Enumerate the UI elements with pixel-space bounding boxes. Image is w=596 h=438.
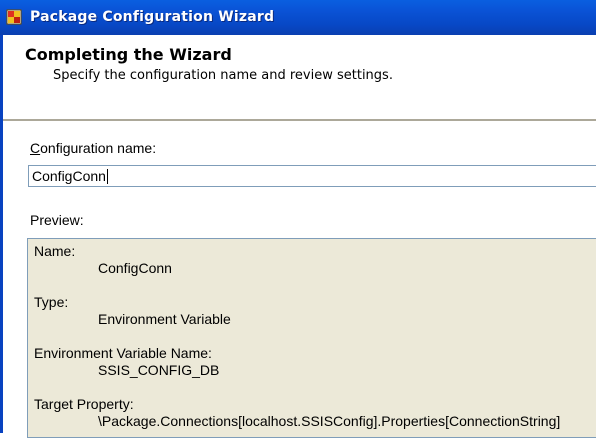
preview-target-property-label: Target Property: [34,396,134,412]
preview-env-var-name-value: SSIS_CONFIG_DB [98,362,220,378]
preview-name-label: Name: [34,243,76,259]
accelerator-key: C [30,140,41,156]
page-subtitle: Specify the configuration name and revie… [53,68,393,83]
configuration-name-value: ConfigConn [32,168,106,184]
preview-target-property-value: \Package.Connections[localhost.SSISConfi… [98,413,561,429]
configuration-name-label: Configuration name: [30,140,157,156]
title-bar[interactable]: Package Configuration Wizard [0,0,596,35]
window-title: Package Configuration Wizard [30,9,275,25]
package-config-app-icon [6,9,22,25]
page-title: Completing the Wizard [25,45,232,64]
preview-name-value: ConfigConn [98,260,172,276]
wizard-header: Completing the Wizard Specify the config… [3,35,596,119]
configuration-name-input[interactable]: ConfigConn [28,165,596,187]
preview-type-value: Environment Variable [98,311,231,327]
preview-panel[interactable]: Name: ConfigConn Type: Environment Varia… [27,238,596,438]
preview-env-var-name-label: Environment Variable Name: [34,345,212,361]
preview-type-label: Type: [34,294,69,310]
preview-label: Preview: [30,212,84,228]
text-caret [107,169,108,184]
